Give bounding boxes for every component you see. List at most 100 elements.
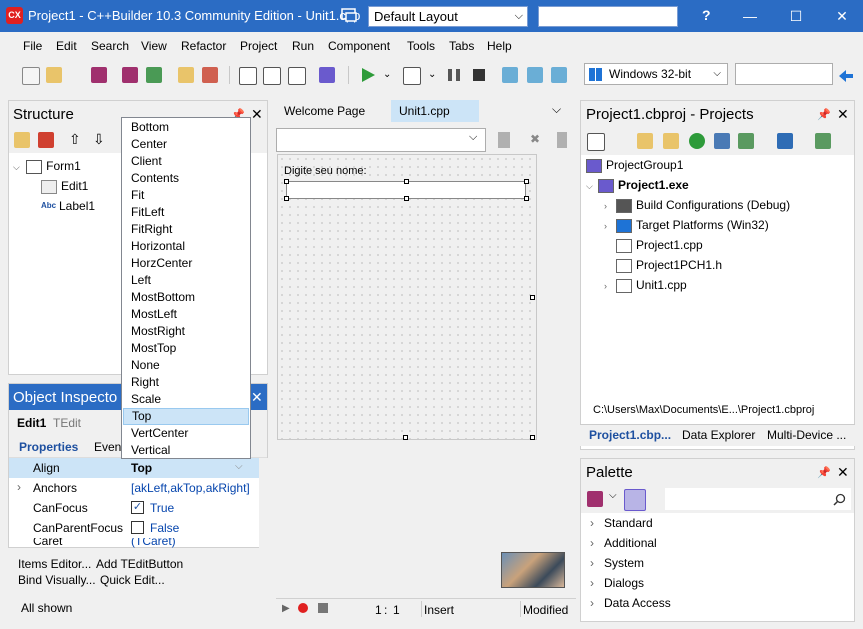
project-tree-item[interactable]: ⌵ Project1.exe xyxy=(586,178,689,193)
pin-icon[interactable]: 📌 xyxy=(817,466,831,479)
align-option[interactable]: Left xyxy=(123,272,249,289)
arrow-up-icon[interactable]: ⇧ xyxy=(69,131,81,148)
save-all-icon[interactable] xyxy=(122,67,138,83)
open-icon[interactable] xyxy=(46,67,62,83)
chevron-right-icon[interactable]: › xyxy=(590,536,604,550)
add-editbutton-link[interactable]: Add TEditButton xyxy=(96,557,183,571)
close-icon[interactable]: ✕ xyxy=(251,106,263,123)
menu-project[interactable]: Project xyxy=(240,39,277,53)
checkbox-unchecked[interactable] xyxy=(131,521,144,534)
close-button[interactable]: ✕ xyxy=(819,0,863,32)
align-option[interactable]: Right xyxy=(123,374,249,391)
chevron-down-icon[interactable]: ⌵ xyxy=(235,461,243,472)
property-value[interactable]: Top xyxy=(131,461,152,475)
property-row-canfocus[interactable]: CanFocus ✓ True xyxy=(9,498,259,518)
chevron-down-icon[interactable]: ⌵ xyxy=(609,490,617,501)
step-over-icon[interactable] xyxy=(527,67,543,83)
property-row-anchors[interactable]: › Anchors [akLeft,akTop,akRight] xyxy=(9,478,259,498)
palette-category[interactable]: › Standard xyxy=(590,516,653,530)
project-tree-item[interactable]: Project1PCH1.h xyxy=(604,258,722,273)
play-macro-icon[interactable]: ▶ xyxy=(282,603,290,614)
form-resize-handle[interactable] xyxy=(403,435,408,440)
chevron-right-icon[interactable]: › xyxy=(604,281,616,291)
selection-handle[interactable] xyxy=(404,196,409,201)
menu-refactor[interactable]: Refactor xyxy=(181,39,226,53)
checkbox-checked[interactable]: ✓ xyxy=(131,501,144,514)
pause-icon[interactable] xyxy=(446,67,462,83)
selection-handle[interactable] xyxy=(284,196,289,201)
tree-item-label1[interactable]: Abc Label1 xyxy=(41,199,95,213)
bind-visually-link[interactable]: Bind Visually... xyxy=(18,573,96,587)
tab-project1-cbproj[interactable]: Project1.cbp... xyxy=(589,428,671,442)
menu-tabs[interactable]: Tabs xyxy=(449,39,474,53)
align-option[interactable]: Center xyxy=(123,136,249,153)
form-resize-handle[interactable] xyxy=(530,295,535,300)
menu-view[interactable]: View xyxy=(141,39,167,53)
project-tree-item[interactable]: Project1.cpp xyxy=(604,238,703,253)
chevron-down-icon[interactable]: ⌵ xyxy=(13,162,20,172)
chevron-down-icon[interactable]: ⌵ xyxy=(469,131,477,144)
ide-search-input[interactable] xyxy=(538,6,678,27)
arrow-left-icon[interactable] xyxy=(838,68,854,84)
toolbar-search-input[interactable] xyxy=(735,63,833,85)
chevron-right-icon[interactable]: › xyxy=(604,201,616,211)
items-editor-link[interactable]: Items Editor... xyxy=(18,557,91,571)
chevron-down-icon[interactable]: ⌄ xyxy=(428,67,436,83)
palette-category[interactable]: › Data Access xyxy=(590,596,671,610)
pointer-icon[interactable] xyxy=(624,489,646,511)
run-without-debugging-icon[interactable] xyxy=(403,67,421,85)
align-option[interactable]: Client xyxy=(123,153,249,170)
chevron-down-icon[interactable]: ⌵ xyxy=(586,181,598,192)
open-project-icon[interactable] xyxy=(146,67,162,83)
refresh-icon[interactable] xyxy=(689,133,705,149)
chevron-down-icon[interactable]: ⌵ xyxy=(552,102,561,117)
pin-icon[interactable]: 📌 xyxy=(817,108,831,121)
stop-icon[interactable] xyxy=(471,67,487,83)
project-tree-item[interactable]: › Build Configurations (Debug) xyxy=(604,198,790,213)
remove-from-project-icon[interactable] xyxy=(202,67,218,83)
align-option[interactable]: VertCenter xyxy=(123,425,249,442)
add-to-project-icon[interactable] xyxy=(178,67,194,83)
project-tree-item[interactable]: › Target Platforms (Win32) xyxy=(604,218,769,233)
delete-icon[interactable] xyxy=(38,132,54,148)
quick-edit-link[interactable]: Quick Edit... xyxy=(100,573,165,587)
check-icon[interactable] xyxy=(738,133,754,149)
tab-unit1-cpp[interactable]: Unit1.cpp xyxy=(391,100,479,122)
run-to-cursor-icon[interactable] xyxy=(551,67,567,83)
new-form-icon[interactable] xyxy=(319,67,335,83)
menu-tools[interactable]: Tools xyxy=(407,39,435,53)
selection-handle[interactable] xyxy=(404,179,409,184)
add-icon[interactable] xyxy=(14,132,30,148)
chevron-right-icon[interactable]: › xyxy=(590,596,604,610)
align-option[interactable]: MostTop xyxy=(123,340,249,357)
component-icon[interactable] xyxy=(587,491,603,507)
inspector-scrollbar[interactable] xyxy=(259,458,268,548)
align-option[interactable]: Horizontal xyxy=(123,238,249,255)
form-designer[interactable]: Digite seu nome: xyxy=(277,154,537,440)
layout-select[interactable]: Default Layout ⌵ xyxy=(368,6,528,27)
align-option[interactable]: Scale xyxy=(123,391,249,408)
property-row-align[interactable]: Align Top ⌵ xyxy=(9,458,259,478)
align-option[interactable]: MostRight xyxy=(123,323,249,340)
align-option[interactable]: Vertical xyxy=(123,442,249,459)
tab-data-explorer[interactable]: Data Explorer xyxy=(682,428,755,442)
new-items-icon[interactable] xyxy=(22,67,40,85)
menu-help[interactable]: Help xyxy=(487,39,512,53)
record-macro-icon[interactable] xyxy=(298,603,308,613)
align-option[interactable]: FitLeft xyxy=(123,204,249,221)
palette-category[interactable]: › Additional xyxy=(590,536,657,550)
align-option[interactable]: Bottom xyxy=(123,119,249,136)
align-option[interactable]: Top xyxy=(123,408,249,425)
align-option[interactable]: Contents xyxy=(123,170,249,187)
target-platform-select[interactable]: Windows 32-bit ⌵ xyxy=(584,63,728,85)
search-icon[interactable] xyxy=(833,493,846,506)
folder-icon[interactable] xyxy=(663,133,679,149)
selection-handle[interactable] xyxy=(524,179,529,184)
menu-search[interactable]: Search xyxy=(91,39,129,53)
align-option[interactable]: None xyxy=(123,357,249,374)
open-folder-icon[interactable] xyxy=(637,133,653,149)
form-component-selector[interactable]: ⌵ xyxy=(276,128,486,152)
palette-search-input[interactable] xyxy=(665,488,851,510)
form-label-text[interactable]: Digite seu nome: xyxy=(284,165,367,177)
project-tree-item[interactable]: ProjectGroup1 xyxy=(586,158,683,173)
